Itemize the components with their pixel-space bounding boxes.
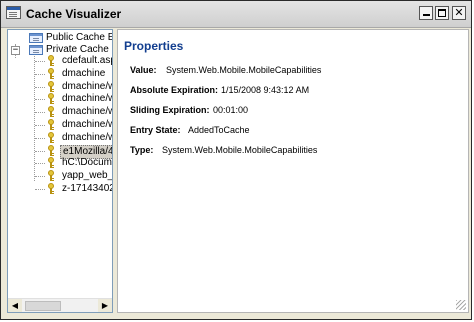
tree-node-label: dmachine/webro xyxy=(62,131,112,143)
resize-grip[interactable] xyxy=(456,300,466,310)
key-icon-part xyxy=(52,75,54,77)
property-label-value: Value: xyxy=(130,65,157,75)
tree-node-cache-item[interactable]: dmachine/webro xyxy=(8,131,112,144)
property-value-absolute-expiration: 1/15/2008 9:43:12 AM xyxy=(221,85,310,95)
scroll-right-button[interactable]: ▶ xyxy=(98,299,112,312)
property-label-type: Type: xyxy=(130,145,154,155)
property-value-sliding-expiration: 00:01:00 xyxy=(213,105,249,115)
tree-node-cache-item[interactable]: dmachine/webro xyxy=(8,119,112,131)
key-icon xyxy=(47,119,56,131)
horizontal-scrollbar[interactable]: ◀ ▶ xyxy=(8,298,112,312)
key-icon-part xyxy=(52,127,54,128)
tree-node-label: z-1714340299 xyxy=(62,183,112,194)
app-window: Cache Visualizer ✕ Public Cache Entries … xyxy=(0,0,472,320)
collapse-toggle[interactable]: − xyxy=(11,46,20,55)
properties-header: Properties xyxy=(124,39,184,53)
maximize-button[interactable] xyxy=(435,6,449,20)
cache-tree-view[interactable]: Public Cache Entries − Private Cache Ent… xyxy=(7,29,113,313)
key-icon xyxy=(47,106,56,118)
tree-connector-line xyxy=(35,112,45,114)
key-icon-part xyxy=(52,165,54,167)
properties-panel: Properties Value: System.Web.Mobile.Mobi… xyxy=(117,29,469,313)
maximize-icon xyxy=(438,9,446,17)
minimize-icon xyxy=(423,14,430,16)
key-icon-part xyxy=(52,178,54,180)
key-icon-part xyxy=(52,101,54,103)
tree-connector-line xyxy=(35,73,45,75)
tree-node-label: dmachine/webro xyxy=(62,106,112,118)
tree-node-label: dmachine/webro xyxy=(62,93,112,105)
tree-connector-line xyxy=(35,189,45,190)
key-icon xyxy=(47,144,56,157)
tree-connector-line xyxy=(35,125,45,126)
tree-connector-line xyxy=(35,150,45,152)
key-icon-part xyxy=(52,139,54,141)
key-icon-part xyxy=(52,63,54,64)
key-icon xyxy=(47,131,56,144)
tree-node-label: yapp_web_ww xyxy=(62,170,113,182)
title-bar[interactable]: Cache Visualizer ✕ xyxy=(1,1,471,28)
app-icon xyxy=(6,6,21,19)
cache-grid-icon xyxy=(29,33,43,43)
tree-node-cache-item[interactable]: dmachine xyxy=(8,67,112,80)
tree-node-public-cache-entries[interactable]: Public Cache Entries xyxy=(8,32,112,44)
window-title: Cache Visualizer xyxy=(26,7,122,21)
key-icon-part xyxy=(52,114,54,116)
property-value-value: System.Web.Mobile.MobileCapabilities xyxy=(166,65,322,75)
key-icon-part xyxy=(52,88,54,90)
minimize-button[interactable] xyxy=(419,6,433,20)
key-icon xyxy=(47,93,56,105)
cache-grid-icon xyxy=(29,45,43,55)
property-label-absolute-expiration: Absolute Expiration: xyxy=(130,85,219,95)
tree-node-label: dmachine/webro xyxy=(62,119,112,130)
tree-node-label: Public Cache Entries xyxy=(46,32,112,43)
scroll-left-button[interactable]: ◀ xyxy=(8,299,22,312)
key-icon-part xyxy=(52,191,54,192)
client-area: Public Cache Entries − Private Cache Ent… xyxy=(4,29,470,317)
close-button[interactable]: ✕ xyxy=(452,6,466,20)
tree-connector-line xyxy=(35,137,45,139)
scroll-thumb[interactable] xyxy=(25,301,61,311)
key-icon xyxy=(47,67,56,80)
key-icon xyxy=(47,157,56,169)
tree-node-cache-item[interactable]: cdefault.aspx.co xyxy=(8,55,112,67)
tree-node-cache-item[interactable]: dmachine/webro xyxy=(8,93,112,105)
property-label-sliding-expiration: Sliding Expiration: xyxy=(130,105,210,115)
tree-node-label: cdefault.aspx.co xyxy=(62,55,112,66)
tree-node-label: dmachine/webro xyxy=(62,80,112,92)
tree-node-cache-item[interactable]: dmachine/webro xyxy=(8,80,112,93)
tree-node-cache-item[interactable]: e1Mozilla/4.0 (c xyxy=(8,144,112,159)
tree-connector-line xyxy=(35,163,45,165)
tree-node-cache-item[interactable]: z-1714340299 xyxy=(8,183,112,195)
property-label-entry-state: Entry State: xyxy=(130,125,181,135)
key-icon xyxy=(47,183,56,195)
property-value-type: System.Web.Mobile.MobileCapabilities xyxy=(162,145,318,155)
tree-connector-line xyxy=(35,86,45,88)
key-icon xyxy=(47,80,56,93)
property-value-entry-state: AddedToCache xyxy=(188,125,250,135)
tree-node-label: hC:\Documents xyxy=(62,157,113,169)
tree-connector-line xyxy=(35,61,45,62)
tree-connector-line xyxy=(35,176,45,178)
tree-node-cache-item[interactable]: dmachine/webro xyxy=(8,106,112,118)
tree-node-cache-item[interactable]: hC:\Documents xyxy=(8,157,112,169)
tree-node-label: dmachine xyxy=(62,67,106,79)
key-icon-part xyxy=(52,152,54,154)
tree-connector-line xyxy=(35,99,45,101)
key-icon xyxy=(47,170,56,182)
tree-node-cache-item[interactable]: yapp_web_ww xyxy=(8,170,112,182)
key-icon xyxy=(47,55,56,67)
